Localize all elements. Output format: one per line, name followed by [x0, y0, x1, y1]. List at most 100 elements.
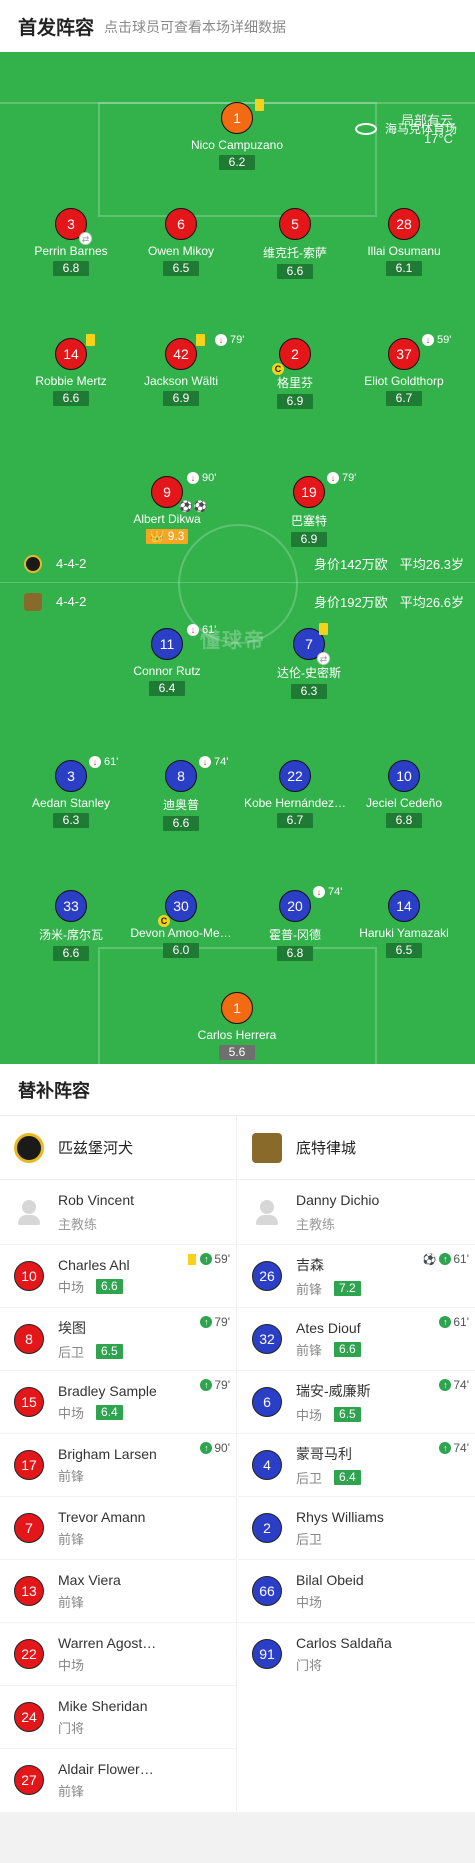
away-player[interactable]: 20 ↓ 74' 霍普-冈德 6.8 [235, 886, 355, 962]
away-player[interactable]: 7 ⇄ 达伦-史密斯 6.3 [249, 623, 369, 700]
away-player[interactable]: 33 汤米-席尔瓦 6.6 [11, 890, 131, 962]
sub-name: Ates Diouf [296, 1319, 361, 1336]
sub-time: 79' [214, 1315, 230, 1329]
home-player[interactable]: 14 Robbie Mertz 6.6 [11, 334, 131, 407]
sub-time: 61' [453, 1252, 469, 1266]
home-player[interactable]: 37 ↓ 59' Eliot Goldthorp 6.7 [344, 334, 464, 407]
away-value: 身价192万欧 [313, 595, 388, 610]
player-name: 达伦-史密斯 [277, 666, 341, 680]
home-player[interactable]: 9 ↓ 90' ⚽⚽ Albert Dikwa 👑 9.3 [107, 472, 227, 545]
away-player[interactable]: 10 Jeciel Cedeño 6.8 [344, 760, 464, 829]
player-name: Jeciel Cedeño [365, 796, 443, 810]
sub-number: 4 [252, 1450, 282, 1480]
player-number: 3 [55, 760, 87, 792]
home-player[interactable]: 1 Nico Campuzano 6.2 [177, 99, 297, 171]
sub-player-row[interactable]: 26 吉森 前锋 7.2 ⚽ ↑ 61' [238, 1244, 475, 1307]
player-name: Devon Amoo-Me… [130, 926, 232, 940]
sub-time: 79' [342, 472, 357, 484]
player-number-text: 2 [291, 346, 299, 362]
sub-arrow-icon: ↓ [199, 756, 211, 768]
sub-time: 74' [453, 1441, 469, 1455]
home-player[interactable]: 2C 格里芬 6.9 [235, 338, 355, 410]
goal-icon: ⚽ [422, 1253, 437, 1266]
player-rating: 6.4 [149, 681, 185, 696]
sub-player-row[interactable]: 2 Rhys Williams 后卫 [238, 1496, 475, 1559]
sub-time: 61' [202, 624, 217, 636]
home-player[interactable]: 5 维克托-索萨 6.6 [235, 208, 355, 280]
away-coach[interactable]: Danny Dichio 主教练 [238, 1180, 475, 1244]
away-team-badge-icon [24, 592, 42, 611]
sub-player-row[interactable]: 13 Max Viera 前锋 [0, 1559, 236, 1622]
away-age: 平均26.6岁 [399, 595, 464, 610]
sub-arrow-icon: ↓ [187, 624, 199, 636]
player-number: 19 [293, 476, 325, 508]
home-player[interactable]: 28 Illai Osumanu 6.1 [344, 208, 464, 277]
sub-player-row[interactable]: 91 Carlos Saldaña 门将 [238, 1622, 475, 1685]
away-team-name: 底特律城 [296, 1140, 357, 1157]
sub-events: ↑ 79' [200, 1378, 230, 1392]
sub-arrow-icon: ↓ [187, 472, 199, 484]
yellow-card-icon [319, 623, 328, 635]
away-player[interactable]: 3 ↓ 61' Aedan Stanley 6.3 [11, 756, 131, 829]
sub-in-icon: ↑ [200, 1379, 213, 1391]
player-number: 7 ⇄ [293, 623, 330, 665]
sub-player-row[interactable]: 32 Ates Diouf 前锋 6.6 ↑ 61' [238, 1307, 475, 1370]
sub-player-row[interactable]: 17 Brigham Larsen 前锋 ↑ 90' [0, 1433, 236, 1496]
away-player[interactable]: 1 Carlos Herrera 5.6 [177, 992, 297, 1061]
sub-position: 前锋 [58, 1468, 85, 1484]
player-name: Connor Rutz [133, 664, 201, 678]
away-subs-column: 底特律城 Danny Dichio 主教练 26 吉森 前锋 7.2 ⚽ ↑ 61' 32… [238, 1116, 475, 1685]
coach-name: Danny Dichio [296, 1191, 380, 1208]
sub-player-row[interactable]: 6 瑞安-威廉斯 中场 6.5 ↑ 74' [238, 1370, 475, 1433]
sub-player-row[interactable]: 4 蒙哥马利 后卫 6.4 ↑ 74' [238, 1433, 475, 1496]
away-player[interactable]: 14 Haruki Yamazaki 6.5 [344, 890, 464, 959]
sub-name: 吉森 [296, 1256, 324, 1273]
player-rating: 6.2 [219, 155, 255, 170]
player-rating: 6.0 [163, 943, 199, 958]
sub-player-row[interactable]: 8 埃图 后卫 6.5 ↑ 79' [0, 1307, 236, 1370]
goal-icons: ⚽⚽ [179, 501, 209, 513]
sub-name: 瑞安-威廉斯 [296, 1382, 371, 1399]
home-player[interactable]: 19 ↓ 79' 巴塞特 6.9 [249, 472, 369, 548]
sub-position: 前锋 [296, 1281, 323, 1297]
sub-name: Bilal Obeid [296, 1571, 364, 1588]
sub-player-row[interactable]: 27 Aldair Flower… 前锋 [0, 1748, 236, 1811]
sub-player-row[interactable]: 24 Mike Sheridan 门将 [0, 1685, 236, 1748]
sub-player-row[interactable]: 22 Warren Agost… 中场 [0, 1622, 236, 1685]
player-number: 20 [279, 890, 311, 922]
away-team-logo-icon [252, 1132, 282, 1163]
sub-rating: 7.2 [334, 1280, 361, 1296]
sub-position: 中场 [296, 1407, 323, 1423]
home-player[interactable]: 6 Owen Mikoy 6.5 [121, 208, 241, 277]
home-coach[interactable]: Rob Vincent 主教练 [0, 1180, 236, 1244]
away-player[interactable]: 8 ↓ 74' 迪奥普 6.6 [121, 756, 241, 832]
sub-time: 74' [214, 756, 229, 768]
sub-player-row[interactable]: 66 Bilal Obeid 中场 [238, 1559, 475, 1622]
temperature: 17°C [423, 131, 453, 146]
home-player[interactable]: 42 ↓ 79' Jackson Wälti 6.9 [121, 334, 244, 407]
player-name: 维克托-索萨 [263, 246, 327, 260]
sub-number: 22 [14, 1639, 44, 1669]
away-player[interactable]: 30 C Devon Amoo-Me… 6.0 [121, 890, 241, 959]
player-name: 巴塞特 [290, 514, 327, 528]
sub-player-row[interactable]: 15 Bradley Sample 中场 6.4 ↑ 79' [0, 1370, 236, 1433]
player-name: Owen Mikoy [147, 244, 215, 258]
sub-number: 91 [252, 1639, 282, 1669]
away-player[interactable]: 22 Kobe Hernández… 6.7 [235, 760, 355, 829]
player-name: Carlos Herrera [197, 1028, 277, 1042]
sub-player-row[interactable]: 7 Trevor Amann 前锋 [0, 1496, 236, 1559]
sub-number: 24 [14, 1702, 44, 1732]
home-player[interactable]: 3 ⇄ Perrin Barnes 6.8 [11, 208, 131, 277]
sub-time: 59' [437, 334, 452, 346]
sub-events: ⚽ ↑ 61' [423, 1252, 469, 1266]
sub-player-row[interactable]: 10 Charles Ahl 中场 6.6 ↑ 59' [0, 1244, 236, 1307]
player-rating: 6.9 [163, 391, 199, 406]
sub-name: 蒙哥马利 [296, 1445, 352, 1462]
sub-name: Rhys Williams [296, 1508, 384, 1525]
sub-events: ↑ 90' [200, 1441, 230, 1455]
away-player[interactable]: 11 ↓ 61' Connor Rutz 6.4 [107, 624, 227, 697]
sub-position: 门将 [296, 1657, 323, 1673]
page-title: 首发阵容 [18, 17, 95, 39]
lineup-page: { "header": {"title": "首发阵容", "subtitle"… [0, 0, 475, 1863]
sub-arrow-icon: ↓ [89, 756, 101, 768]
